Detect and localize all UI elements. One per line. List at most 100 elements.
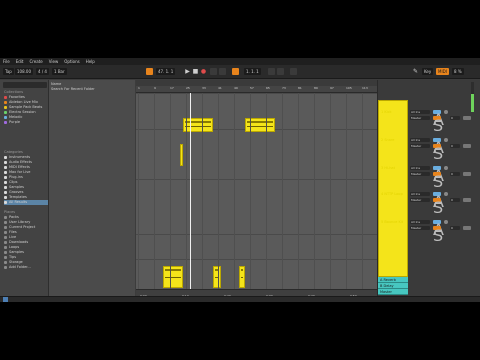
loop-start-field[interactable]: 1. 1. 1 bbox=[244, 68, 261, 75]
grid-line bbox=[186, 93, 187, 302]
follow-button[interactable] bbox=[146, 68, 153, 75]
collection-item-icon bbox=[4, 116, 7, 119]
track-activator-button[interactable]: A bbox=[433, 192, 444, 211]
overdub-button[interactable] bbox=[210, 68, 217, 75]
place-item-icon bbox=[4, 241, 7, 244]
ruler-tick-label: 17 bbox=[170, 86, 174, 90]
track-input-chooser[interactable]: All Ins bbox=[410, 138, 430, 142]
collection-item-icon bbox=[4, 111, 7, 114]
track-volume-field[interactable]: 0 bbox=[450, 226, 460, 230]
solo-button[interactable]: S bbox=[433, 172, 443, 191]
quantize-menu[interactable]: 1 Bar bbox=[52, 68, 67, 75]
automation-arm-button[interactable] bbox=[219, 68, 226, 75]
name-column-header[interactable]: Name bbox=[51, 82, 61, 86]
audio-clip[interactable] bbox=[213, 266, 221, 288]
selected-clip-column[interactable] bbox=[378, 100, 408, 277]
send-knob[interactable] bbox=[444, 138, 448, 142]
return-track-3[interactable]: Master bbox=[378, 289, 408, 295]
loop-switch-button[interactable] bbox=[232, 68, 239, 75]
track-input-chooser[interactable]: All Ins bbox=[410, 192, 430, 196]
record-icon[interactable]: ● bbox=[200, 68, 207, 75]
punch-in-button[interactable] bbox=[268, 68, 275, 75]
menu-create[interactable]: Create bbox=[29, 58, 42, 65]
track-volume-field[interactable]: 0 bbox=[450, 144, 460, 148]
menu-file[interactable]: File bbox=[3, 58, 10, 65]
category-item-icon bbox=[4, 161, 7, 164]
tap-button[interactable]: Tap bbox=[3, 68, 14, 75]
track-output-chooser[interactable]: Master bbox=[410, 172, 430, 176]
stop-icon[interactable]: ■ bbox=[192, 68, 199, 75]
song-position-field[interactable]: 47. 1. 1 bbox=[156, 68, 176, 75]
track-input-chooser[interactable]: All Ins bbox=[410, 220, 430, 224]
menu-options[interactable]: Options bbox=[64, 58, 79, 65]
browser-search-field[interactable] bbox=[3, 82, 47, 88]
category-item-icon bbox=[4, 181, 7, 184]
ruler-tick-label: 81 bbox=[298, 86, 302, 90]
place-item-icon bbox=[4, 216, 7, 219]
track-volume-field[interactable]: 0 bbox=[450, 116, 460, 120]
track-activator-button[interactable]: A bbox=[433, 110, 444, 129]
track-input-chooser[interactable]: All Ins bbox=[410, 166, 430, 170]
collection-item-icon bbox=[4, 101, 7, 104]
arm-button[interactable] bbox=[463, 226, 471, 230]
key-map-button[interactable]: Key bbox=[422, 68, 434, 75]
track-activator-button[interactable]: A bbox=[433, 220, 444, 239]
menu-edit[interactable]: Edit bbox=[16, 58, 24, 65]
playhead[interactable] bbox=[190, 93, 191, 302]
send-knob[interactable] bbox=[444, 166, 448, 170]
arm-button[interactable] bbox=[463, 172, 471, 176]
track-activator-button[interactable]: A bbox=[433, 138, 444, 157]
place-item-11[interactable]: Add Folder... bbox=[4, 265, 48, 270]
category-item-10[interactable]: All Results bbox=[4, 200, 48, 205]
beat-time-ruler[interactable]: 1 9 17 25 33 41 49 57 65 73 81 89 97 105 113 bbox=[136, 80, 377, 93]
arm-button[interactable] bbox=[463, 116, 471, 120]
track-activator-button[interactable]: A bbox=[433, 166, 444, 185]
arm-button[interactable] bbox=[463, 198, 471, 202]
time-signature-field[interactable]: 4 / 4 bbox=[36, 68, 49, 75]
track-output-chooser[interactable]: Master bbox=[410, 226, 430, 230]
tempo-field[interactable]: 108.00 bbox=[15, 68, 33, 75]
draw-mode-button[interactable] bbox=[290, 68, 297, 75]
send-knob[interactable] bbox=[444, 192, 448, 196]
track-output-chooser[interactable]: Master bbox=[410, 144, 430, 148]
key-map-icon[interactable]: ✎ bbox=[412, 68, 419, 75]
track-output-chooser[interactable]: Master bbox=[410, 116, 430, 120]
track-lane-snare[interactable] bbox=[136, 129, 377, 179]
ruler-tick-label: 105 bbox=[346, 86, 352, 90]
punch-out-button[interactable] bbox=[277, 68, 284, 75]
category-item-icon bbox=[4, 196, 7, 199]
track-volume-field[interactable]: 0 bbox=[450, 198, 460, 202]
ruler-tick-label: 65 bbox=[266, 86, 270, 90]
ruler-tick-label: 97 bbox=[330, 86, 334, 90]
solo-button[interactable]: S bbox=[433, 116, 443, 135]
audio-clip[interactable] bbox=[183, 118, 213, 132]
audio-clip[interactable] bbox=[163, 266, 183, 288]
play-icon[interactable]: ▶ bbox=[184, 68, 191, 75]
track-output-chooser[interactable]: Master bbox=[410, 198, 430, 202]
collection-item-6[interactable]: Purple bbox=[4, 120, 48, 125]
send-knob[interactable] bbox=[444, 110, 448, 114]
track-volume-field[interactable]: 0 bbox=[450, 172, 460, 176]
track-input-chooser[interactable]: All Ins bbox=[410, 110, 430, 114]
solo-button[interactable]: S bbox=[433, 144, 443, 163]
transport-bar: Tap 108.00 4 / 4 1 Bar 47. 1. 1 ▶ ■ ● 1.… bbox=[0, 65, 480, 79]
categories-title: Categories bbox=[4, 150, 23, 154]
grid-line bbox=[170, 93, 171, 302]
track-lane-hihat[interactable] bbox=[136, 179, 377, 234]
solo-button[interactable]: S bbox=[433, 198, 443, 217]
solo-button[interactable]: S bbox=[433, 226, 443, 245]
audio-clip[interactable] bbox=[239, 266, 245, 288]
place-item-icon bbox=[4, 256, 7, 259]
track-lane-loop[interactable] bbox=[136, 234, 377, 259]
grid-line bbox=[234, 93, 235, 302]
audio-clip[interactable] bbox=[180, 144, 183, 166]
menu-view[interactable]: View bbox=[49, 58, 59, 65]
arm-button[interactable] bbox=[463, 144, 471, 148]
list-item[interactable]: Search For Recent Folder bbox=[51, 87, 95, 91]
place-item-icon bbox=[4, 231, 7, 234]
ruler-tick-label: 89 bbox=[314, 86, 318, 90]
menu-help[interactable]: Help bbox=[86, 58, 95, 65]
midi-map-button[interactable]: MIDI bbox=[436, 68, 449, 75]
send-knob[interactable] bbox=[444, 220, 448, 224]
grid-line bbox=[250, 93, 251, 302]
